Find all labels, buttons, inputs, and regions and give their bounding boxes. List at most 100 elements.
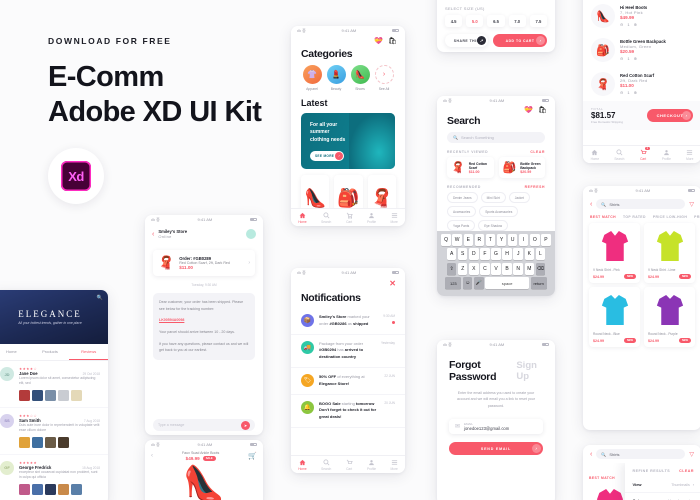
review-photo[interactable] bbox=[45, 389, 56, 401]
close-icon[interactable]: ✕ bbox=[389, 279, 396, 288]
review-photo[interactable] bbox=[32, 483, 43, 495]
search-input[interactable]: 🔍 Shirts bbox=[596, 199, 686, 209]
list-item[interactable]: 🧣 Red Cotton Scarf 2ft, Dark Red $11.00 … bbox=[583, 67, 700, 101]
key-a[interactable]: A bbox=[446, 248, 457, 261]
key-t[interactable]: T bbox=[485, 233, 496, 246]
filter-top-rated[interactable]: TOP RATED bbox=[623, 215, 646, 219]
plus-icon[interactable]: ⊕ bbox=[634, 90, 637, 95]
boots-product-screen[interactable]: ıllı 중 9:41 AM ‹ Faux Suad Ankle Boots $… bbox=[145, 440, 263, 500]
tab-profile[interactable]: Profile bbox=[367, 212, 376, 224]
key-v[interactable]: V bbox=[491, 262, 501, 275]
search-icon[interactable]: 🔍 bbox=[97, 295, 103, 301]
keyboard-row-1[interactable]: Q W E R T Y U I O P bbox=[439, 233, 553, 246]
chip[interactable]: Yoga Pants bbox=[447, 220, 476, 231]
forgot-password-screen[interactable]: ıllı 중 9:41 AM Forgot Password Sign Up E… bbox=[437, 340, 555, 500]
review-photo[interactable] bbox=[19, 483, 30, 495]
tab-search[interactable]: Search bbox=[614, 149, 624, 161]
minus-icon[interactable]: ⊖ bbox=[620, 90, 623, 95]
categories-screen[interactable]: ıllı 중 9:41 AM 💝 🛍 Categories 👚 Apparel … bbox=[291, 26, 405, 226]
quantity-stepper[interactable]: ⊖ 1 ⊕ bbox=[620, 90, 693, 95]
chip[interactable]: Eye Shadow bbox=[478, 220, 509, 231]
size-options[interactable]: 4.5 5.0 6.5 7.0 7.5 bbox=[437, 15, 555, 27]
key-x[interactable]: X bbox=[469, 262, 479, 275]
tab-more[interactable]: More bbox=[391, 212, 398, 224]
list-item[interactable]: 📦 Smiley's Store marked your order #GB02… bbox=[291, 308, 405, 335]
quantity-stepper[interactable]: ⊖ 1 ⊕ bbox=[620, 56, 693, 61]
tab-cart[interactable]: 3 Cart bbox=[640, 146, 650, 161]
category-list[interactable]: 👚 Apparel 💄 Beauty 👠 Shoes › See All bbox=[291, 65, 405, 91]
review-photo[interactable] bbox=[45, 436, 56, 448]
list-item[interactable]: 🚚 Package from your order #GB0294 has ar… bbox=[291, 335, 405, 368]
size-select-screen[interactable]: SELECT SIZE (US) 4.5 5.0 6.5 7.0 7.5 SHA… bbox=[437, 0, 555, 52]
list-item[interactable]: GF ★★★★★ George Fredrick 15 Aug 2018 exc… bbox=[0, 455, 108, 500]
key-l[interactable]: L bbox=[535, 248, 546, 261]
size-option[interactable]: 6.5 bbox=[487, 15, 505, 27]
tab-home[interactable]: Home bbox=[591, 149, 599, 161]
tab-home[interactable]: Home bbox=[0, 344, 31, 360]
refine-results-screen[interactable]: ‹ 🔍 Shirts ▽ BEST MATCH REFINE RESULTS C… bbox=[583, 445, 700, 500]
search-input[interactable]: 🔍 Shirts bbox=[596, 449, 686, 459]
key-n[interactable]: N bbox=[513, 262, 523, 275]
tab-more[interactable]: More bbox=[686, 149, 693, 161]
filter-best-match[interactable]: BEST MATCH bbox=[589, 476, 615, 480]
category-shoes[interactable]: 👠 Shoes bbox=[349, 65, 371, 91]
product-grid[interactable]: V Neck Shirt - Pink $24.99 NEW V Neck Sh… bbox=[583, 223, 700, 347]
review-photo[interactable] bbox=[19, 436, 30, 448]
clear-button[interactable]: CLEAR bbox=[530, 150, 545, 154]
back-icon[interactable]: ‹ bbox=[590, 451, 592, 458]
category-apparel[interactable]: 👚 Apparel bbox=[301, 65, 323, 91]
review-photos[interactable] bbox=[19, 389, 100, 401]
minus-icon[interactable]: ⊖ bbox=[620, 22, 623, 27]
key-y[interactable]: Y bbox=[496, 233, 507, 246]
product-card[interactable]: V Neck Shirt - Pink $24.99 NEW bbox=[589, 223, 640, 283]
keyboard-row-3[interactable]: ⇧ Z X C V B N M ⌫ bbox=[439, 262, 553, 275]
send-email-button[interactable]: SEND EMAIL › bbox=[449, 442, 543, 456]
filter-icon[interactable]: ▽ bbox=[689, 201, 694, 208]
review-photo[interactable] bbox=[45, 483, 56, 495]
product-actions[interactable]: SHARE THIS ↗ ADD TO CART › bbox=[437, 27, 555, 47]
bottom-tab-bar[interactable]: Home Search Cart Profile More bbox=[291, 455, 405, 473]
chat-input[interactable]: Type a message ➤ bbox=[153, 419, 255, 431]
search-screen[interactable]: ıllı 중 9:41 AM 💝 🛍 Search 🔍 Search Somet… bbox=[437, 96, 555, 296]
key-c[interactable]: C bbox=[480, 262, 490, 275]
key-d[interactable]: D bbox=[469, 248, 479, 261]
notifications-screen[interactable]: ıllı 중 9:41 AM ✕ Notifications 📦 Smiley'… bbox=[291, 268, 405, 473]
tab-search[interactable]: Search bbox=[321, 212, 331, 224]
chip[interactable]: Jacket bbox=[508, 192, 530, 203]
chip[interactable]: Denim Jeans bbox=[447, 192, 478, 203]
list-item[interactable]: JD ★★★★☆ Jane Doe 29 Oct 2018 Lorem ipsu… bbox=[0, 361, 108, 408]
recommended-chips[interactable]: Denim Jeans Mini Skirt Jacket Accessorie… bbox=[437, 192, 555, 231]
filter-best-match[interactable]: BEST MATCH bbox=[590, 215, 616, 219]
key-q[interactable]: Q bbox=[441, 233, 451, 246]
elegance-reviews-screen[interactable]: ‹ 🔍 ELEGANCE All your hottest trends, ga… bbox=[0, 290, 108, 500]
key-u[interactable]: U bbox=[507, 233, 518, 246]
product-card[interactable]: V Neck Shirt - Lime $24.99 NEW bbox=[644, 223, 695, 283]
key-e[interactable]: E bbox=[463, 233, 474, 246]
add-to-cart-button[interactable]: ADD TO CART › bbox=[493, 34, 547, 47]
tab-sign-up[interactable]: Sign Up bbox=[516, 360, 543, 382]
tab-home[interactable]: Home bbox=[298, 459, 307, 471]
clear-button[interactable]: CLEAR bbox=[679, 469, 694, 473]
tab-search[interactable]: Search bbox=[321, 459, 331, 471]
list-item[interactable]: 🏷 50% OFF of everything at Elegance Stor… bbox=[291, 368, 405, 395]
list-item[interactable]: SS ★★★☆☆ Sam Smith 7 Aug 2018 Duis aute … bbox=[0, 408, 108, 455]
email-field[interactable]: ✉ EMAIL jonedoe123@gmail.com bbox=[449, 419, 543, 435]
keyboard-row-2[interactable]: A S D F G H J K L bbox=[439, 248, 553, 261]
size-option-selected[interactable]: 5.0 bbox=[466, 15, 484, 27]
store-tabs[interactable]: Home Products Reviews bbox=[0, 344, 108, 361]
keyboard-row-4[interactable]: 123 ☺ 🎤 space return bbox=[439, 277, 553, 290]
refresh-button[interactable]: REFRESH bbox=[525, 185, 545, 189]
category-see-all[interactable]: › See All bbox=[373, 65, 395, 91]
chevron-right-icon[interactable]: › bbox=[248, 260, 250, 266]
review-photo[interactable] bbox=[32, 436, 43, 448]
back-icon[interactable]: ‹ bbox=[152, 231, 154, 238]
order-summary-card[interactable]: 🧣 Order: #GB0289 Red Cotton Scarf, 2ft, … bbox=[153, 250, 255, 276]
review-photo[interactable] bbox=[32, 389, 43, 401]
emoji-key[interactable]: ☺ bbox=[462, 277, 473, 290]
store-avatar[interactable] bbox=[246, 229, 256, 239]
key-k[interactable]: K bbox=[524, 248, 535, 261]
product-card[interactable]: Round Neck - Blue $24.99 NEW bbox=[589, 287, 640, 347]
order-chat-screen[interactable]: ıllı 중 9:41 AM ‹ Smiley's Store Online 🧣… bbox=[145, 215, 263, 435]
key-p[interactable]: P bbox=[541, 233, 551, 246]
promo-banner[interactable]: For all your summer clothing needs SEE M… bbox=[301, 112, 395, 169]
